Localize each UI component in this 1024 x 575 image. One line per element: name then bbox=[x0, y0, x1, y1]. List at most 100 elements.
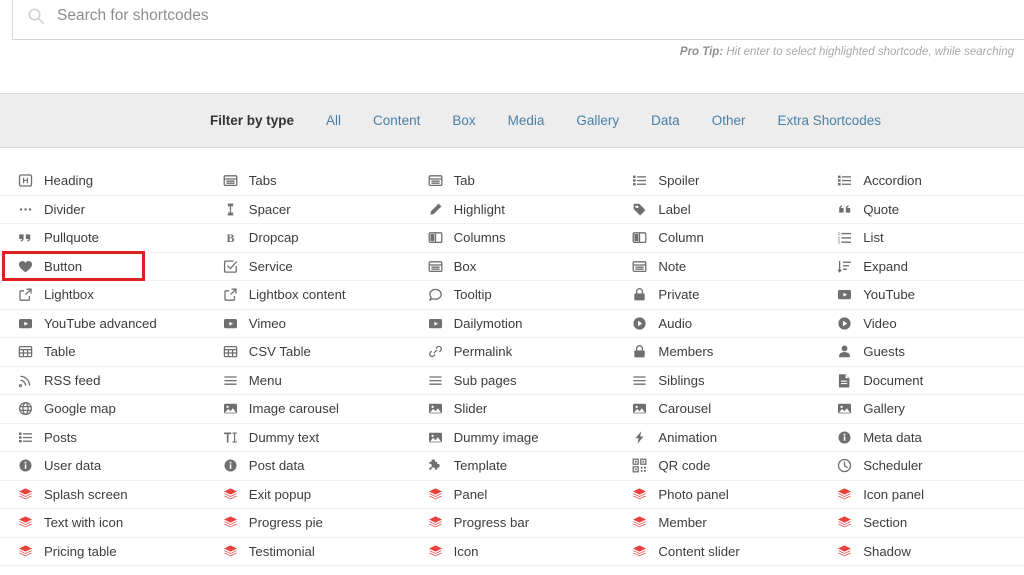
shortcode-item-audio[interactable]: Audio bbox=[614, 310, 820, 338]
shortcode-item-highlight[interactable]: Highlight bbox=[409, 196, 615, 224]
filter-option-gallery[interactable]: Gallery bbox=[576, 113, 619, 128]
shortcode-item-section[interactable]: Section bbox=[819, 509, 1024, 538]
shortcode-item-label: Table bbox=[44, 344, 76, 360]
shortcode-item-label: Note bbox=[658, 258, 687, 274]
shortcode-item-label: Lightbox bbox=[44, 287, 94, 303]
shortcode-item-animation[interactable]: Animation bbox=[614, 424, 820, 452]
shortcode-item-splash-screen[interactable]: Splash screen bbox=[0, 481, 205, 509]
shortcode-item-list[interactable]: 1 2 3 List bbox=[819, 224, 1024, 253]
shortcode-item-lightbox-content[interactable]: Lightbox content bbox=[204, 281, 410, 310]
shortcode-item-heading[interactable]: Heading bbox=[0, 167, 205, 196]
filter-option-content[interactable]: Content bbox=[373, 113, 420, 128]
filter-by-type-label: Filter by type bbox=[210, 113, 295, 128]
shortcode-column-2: Tabs Spacer B Dropcap Service Lightbox conten… bbox=[204, 167, 410, 566]
shortcode-item-label: Icon panel bbox=[863, 486, 925, 502]
shortcode-item-label: CSV Table bbox=[248, 344, 311, 360]
quote-icon bbox=[18, 230, 33, 245]
shortcode-item-exit-popup[interactable]: Exit popup bbox=[204, 481, 410, 509]
shortcode-item-members[interactable]: Members bbox=[614, 338, 820, 367]
shortcode-item-label[interactable]: Label bbox=[614, 196, 820, 224]
shortcode-item-guests[interactable]: Guests bbox=[819, 338, 1024, 367]
shortcode-item-label: Testimonial bbox=[248, 543, 315, 559]
shortcode-item-columns[interactable]: Columns bbox=[409, 224, 615, 253]
shortcode-item-template[interactable]: Template bbox=[409, 452, 615, 481]
shortcode-item-meta-data[interactable]: Meta data bbox=[819, 424, 1024, 452]
filter-option-box[interactable]: Box bbox=[452, 113, 475, 128]
shortcode-item-photo-panel[interactable]: Photo panel bbox=[614, 481, 820, 509]
clock-icon bbox=[837, 458, 852, 473]
shortcode-item-carousel[interactable]: Carousel bbox=[614, 395, 820, 424]
shortcode-item-table[interactable]: Table bbox=[0, 338, 205, 367]
shortcode-item-divider[interactable]: Divider bbox=[0, 196, 205, 224]
shortcode-item-rss-feed[interactable]: RSS feed bbox=[0, 367, 205, 395]
shortcode-item-shadow[interactable]: Shadow bbox=[819, 538, 1024, 566]
filter-option-extra-shortcodes[interactable]: Extra Shortcodes bbox=[777, 113, 881, 128]
shortcode-item-youtube[interactable]: YouTube bbox=[819, 281, 1024, 310]
shortcode-item-spacer[interactable]: Spacer bbox=[204, 196, 410, 224]
shortcode-item-tabs[interactable]: Tabs bbox=[204, 167, 410, 196]
shortcode-item-label: Spacer bbox=[248, 201, 291, 217]
shortcode-item-panel[interactable]: Panel bbox=[409, 481, 615, 509]
shortcode-item-text-with-icon[interactable]: Text with icon bbox=[0, 509, 205, 538]
filter-option-media[interactable]: Media bbox=[508, 113, 545, 128]
lock-icon bbox=[632, 344, 647, 359]
divider-icon bbox=[18, 202, 33, 217]
shortcode-item-qr-code[interactable]: QR code bbox=[614, 452, 820, 481]
shortcode-item-posts[interactable]: Posts bbox=[0, 424, 205, 452]
shortcode-item-slider[interactable]: Slider bbox=[409, 395, 615, 424]
shortcode-item-button[interactable]: Button bbox=[0, 253, 205, 281]
shortcode-item-label: Image carousel bbox=[248, 401, 339, 417]
shortcode-item-document[interactable]: Document bbox=[819, 367, 1024, 395]
shortcode-item-content-slider[interactable]: Content slider bbox=[614, 538, 820, 566]
layers-icon bbox=[428, 515, 443, 530]
shortcode-item-label: Members bbox=[658, 344, 714, 360]
shortcode-item-icon[interactable]: Icon bbox=[409, 538, 615, 566]
shortcode-item-vimeo[interactable]: Vimeo bbox=[204, 310, 410, 338]
shortcode-item-google-map[interactable]: Google map bbox=[0, 395, 205, 424]
image-icon bbox=[428, 430, 443, 445]
search-bar[interactable] bbox=[12, 0, 1024, 40]
search-input[interactable] bbox=[57, 0, 1024, 31]
shortcode-item-post-data[interactable]: Post data bbox=[204, 452, 410, 481]
shortcode-item-sub-pages[interactable]: Sub pages bbox=[409, 367, 615, 395]
shortcode-item-box[interactable]: Box bbox=[409, 253, 615, 281]
tabs-icon bbox=[223, 173, 238, 188]
filter-option-data[interactable]: Data bbox=[651, 113, 680, 128]
svg-text:3: 3 bbox=[838, 240, 841, 245]
shortcode-item-tab[interactable]: Tab bbox=[409, 167, 615, 196]
shortcode-item-note[interactable]: Note bbox=[614, 253, 820, 281]
shortcode-item-video[interactable]: Video bbox=[819, 310, 1024, 338]
shortcode-item-quote[interactable]: Quote bbox=[819, 196, 1024, 224]
shortcode-item-scheduler[interactable]: Scheduler bbox=[819, 452, 1024, 481]
shortcode-item-icon-panel[interactable]: Icon panel bbox=[819, 481, 1024, 509]
shortcode-item-youtube-advanced[interactable]: YouTube advanced bbox=[0, 310, 205, 338]
shortcode-item-progress-bar[interactable]: Progress bar bbox=[409, 509, 615, 538]
shortcode-item-lightbox[interactable]: Lightbox bbox=[0, 281, 205, 310]
shortcode-item-label: Slider bbox=[453, 401, 488, 417]
shortcode-item-tooltip[interactable]: Tooltip bbox=[409, 281, 615, 310]
shortcode-item-permalink[interactable]: Permalink bbox=[409, 338, 615, 367]
shortcode-item-spoiler[interactable]: Spoiler bbox=[614, 167, 820, 196]
shortcode-item-siblings[interactable]: Siblings bbox=[614, 367, 820, 395]
shortcode-item-dailymotion[interactable]: Dailymotion bbox=[409, 310, 615, 338]
shortcode-item-accordion[interactable]: Accordion bbox=[819, 167, 1024, 196]
shortcode-item-csv-table[interactable]: CSV Table bbox=[204, 338, 410, 367]
shortcode-item-dummy-image[interactable]: Dummy image bbox=[409, 424, 615, 452]
shortcode-item-menu[interactable]: Menu bbox=[204, 367, 410, 395]
filter-option-other[interactable]: Other bbox=[712, 113, 746, 128]
shortcode-item-progress-pie[interactable]: Progress pie bbox=[204, 509, 410, 538]
filter-option-all[interactable]: All bbox=[326, 113, 341, 128]
shortcode-item-expand[interactable]: Expand bbox=[819, 253, 1024, 281]
shortcode-item-private[interactable]: Private bbox=[614, 281, 820, 310]
shortcode-item-pullquote[interactable]: Pullquote bbox=[0, 224, 205, 253]
shortcode-item-dummy-text[interactable]: Dummy text bbox=[204, 424, 410, 452]
shortcode-item-testimonial[interactable]: Testimonial bbox=[204, 538, 410, 566]
shortcode-item-user-data[interactable]: User data bbox=[0, 452, 205, 481]
shortcode-item-pricing-table[interactable]: Pricing table bbox=[0, 538, 205, 566]
shortcode-item-member[interactable]: Member bbox=[614, 509, 820, 538]
shortcode-item-dropcap[interactable]: B Dropcap bbox=[204, 224, 410, 253]
shortcode-item-service[interactable]: Service bbox=[204, 253, 410, 281]
shortcode-item-column[interactable]: Column bbox=[614, 224, 820, 253]
shortcode-item-gallery[interactable]: Gallery bbox=[819, 395, 1024, 424]
shortcode-item-image-carousel[interactable]: Image carousel bbox=[204, 395, 410, 424]
